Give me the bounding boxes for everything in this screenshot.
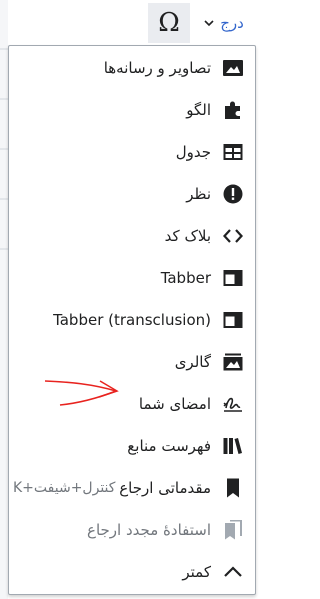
menu-item-basic-citation[interactable]: K+کنترل+شیفت مقدماتی ارجاع: [9, 468, 255, 508]
menu-item-label: مقدماتی ارجاع: [119, 479, 211, 497]
editor-toolbar: Ω درج: [0, 0, 257, 45]
insert-menu-label: درج: [220, 14, 244, 32]
menu-item-label: گالری: [174, 353, 211, 371]
menu-item-label: استفادهٔ مجدد ارجاع: [87, 521, 211, 539]
menu-item-label: امضای شما: [138, 395, 211, 413]
omega-icon: Ω: [158, 8, 180, 38]
tabber-icon: [223, 310, 243, 330]
menu-item-images-media[interactable]: تصاویر و رسانه‌ها: [9, 48, 255, 88]
menu-item-label: فهرست منابع: [127, 437, 211, 455]
insert-menu-button[interactable]: درج: [198, 3, 250, 43]
menu-item-label: Tabber: [160, 269, 211, 287]
menu-item-references-list[interactable]: فهرست منابع: [9, 426, 255, 466]
chevron-down-icon: [204, 20, 214, 27]
menu-item-label: تصاویر و رسانه‌ها: [103, 59, 211, 77]
menu-item-label: Tabber (transclusion): [53, 311, 211, 329]
menu-item-label: بلاک کد: [164, 227, 211, 245]
image-icon: [223, 58, 243, 78]
menu-item-label: الگو: [186, 101, 211, 119]
background-page-edge: [0, 0, 8, 599]
red-arrow-annotation: [44, 380, 119, 406]
menu-item-less[interactable]: کمتر: [9, 552, 255, 592]
cite-icon: [223, 478, 243, 498]
alert-icon: [223, 184, 243, 204]
menu-item-label: نظر: [186, 185, 211, 203]
table-icon: [223, 142, 243, 162]
menu-item-code-block[interactable]: بلاک کد: [9, 216, 255, 256]
code-icon: [223, 226, 243, 246]
insert-dropdown-menu: تصاویر و رسانه‌ها الگو جدول نظر بلاک کد …: [8, 45, 256, 595]
menu-item-table[interactable]: جدول: [9, 132, 255, 172]
keyboard-shortcut: K+کنترل+شیفت: [13, 480, 116, 496]
signature-icon: [223, 394, 243, 414]
tabber-icon: [223, 268, 243, 288]
menu-item-template[interactable]: الگو: [9, 90, 255, 130]
menu-item-tabber[interactable]: Tabber: [9, 258, 255, 298]
menu-item-comment[interactable]: نظر: [9, 174, 255, 214]
references-icon: [223, 436, 243, 456]
gallery-icon: [223, 352, 243, 372]
special-characters-button[interactable]: Ω: [148, 3, 190, 43]
chevron-up-icon: [223, 562, 243, 582]
menu-item-label: کمتر: [182, 563, 211, 581]
puzzle-icon: [223, 100, 243, 120]
reuse-cite-icon: [223, 520, 243, 540]
menu-item-reuse-citation[interactable]: استفادهٔ مجدد ارجاع: [9, 510, 255, 550]
menu-item-tabber-transclusion[interactable]: Tabber (transclusion): [9, 300, 255, 340]
menu-item-label: جدول: [175, 143, 211, 161]
